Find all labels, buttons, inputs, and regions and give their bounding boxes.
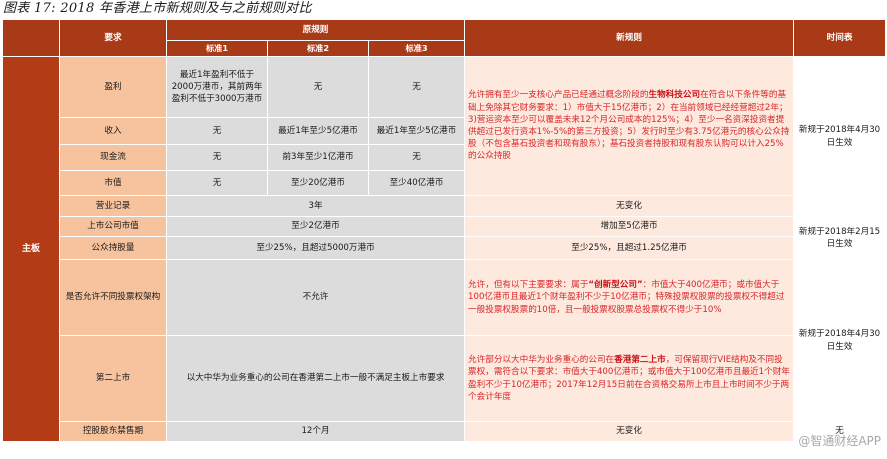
timeline-1: 新规于2018年4月30日生效	[793, 56, 887, 217]
cell-public-old: 至少25%，且超过5000万港币	[165, 236, 466, 260]
row-label-public-float: 公众持股量	[59, 236, 167, 260]
timeline-2: 新规于2018年2月15日生效	[793, 216, 887, 260]
figure-caption: 图表 17: 2018 年香港上市新规则及与之前规则对比	[3, 1, 312, 16]
row-label-cashflow: 现金流	[59, 144, 167, 171]
row-label-track-record: 营业记录	[59, 195, 167, 217]
highlight-biotech: 生物科技公司	[648, 90, 701, 101]
header-standard-1: 标准1	[166, 40, 268, 57]
cell-mktcap-std2: 至少20亿港币	[267, 170, 369, 196]
cell-mktcap-std1: 无	[166, 170, 268, 196]
row-label-profit: 盈利	[59, 56, 167, 118]
cell-cashflow-std1: 无	[166, 144, 268, 171]
cell-wvr-old: 不允许	[165, 259, 466, 336]
row-label-lockup: 控股股东禁售期	[59, 421, 167, 442]
timeline-3: 新规于2018年4月30日生效	[793, 259, 887, 422]
cell-lockup-new: 无变化	[464, 421, 795, 442]
cell-secondary-old: 以大中华为业务重心的公司在香港第二上市一般不满足主板上市要求	[165, 335, 466, 422]
watermark: @智通财经APP	[798, 434, 881, 448]
header-timeline: 时间表	[793, 19, 887, 57]
row-label-revenue: 收入	[59, 117, 167, 145]
cell-public-new: 至少25%，且超过1.25亿港币	[464, 236, 795, 260]
cell-profit-std2: 无	[267, 56, 369, 118]
cell-listed-cap-old: 至少2亿港币	[165, 216, 466, 237]
header-requirement: 要求	[59, 19, 167, 57]
cell-cashflow-std2: 前3年至少1亿港币	[267, 144, 369, 171]
header-standard-3: 标准3	[367, 40, 466, 57]
cell-mktcap-std3: 至少40亿港币	[367, 170, 466, 196]
row-label-listed-cap: 上市公司市值	[59, 216, 167, 237]
highlight-secondary: 香港第二上市	[614, 355, 666, 366]
cell-biotech-new-rule: 允许拥有至少一支核心产品已经通过概念阶段的生物科技公司在符合以下条件等的基础上免…	[464, 56, 795, 196]
row-label-secondary: 第二上市	[59, 335, 167, 422]
header-new-rules: 新规则	[464, 19, 795, 57]
highlight-innovative: “创新型公司”	[588, 280, 643, 291]
cell-wvr-new: 允许，但有以下主要要求：属于“创新型公司”：市值大于400亿港币；或市值大于10…	[464, 259, 795, 336]
header-blank	[2, 19, 60, 57]
cell-profit-std3: 无	[367, 56, 466, 118]
header-old-rules: 原规则	[165, 19, 466, 41]
rules-comparison-table: 要求 原规则 新规则 时间表 标准1 标准2 标准3 主板 盈利 最近1年盈利不…	[2, 19, 887, 442]
cell-revenue-std2: 最近1年至少5亿港币	[267, 117, 369, 145]
cell-revenue-std3: 最近1年至少5亿港币	[367, 117, 466, 145]
cell-profit-std1: 最近1年盈利不低于2000万港币，其前两年盈利不低于3000万港币	[166, 56, 268, 118]
cell-track-old: 3年	[165, 195, 466, 217]
cell-cashflow-std3: 无	[367, 144, 466, 171]
row-label-market-cap: 市值	[59, 170, 167, 196]
row-label-wvr: 是否允许不同投票权架构	[59, 259, 167, 336]
header-standard-2: 标准2	[267, 40, 369, 57]
main-board-label: 主板	[2, 56, 60, 442]
cell-track-new: 无变化	[464, 195, 795, 217]
cell-secondary-new: 允许部分以大中华为业务重心的公司在香港第二上市，可保留现行VIE结构及不同投票权…	[464, 335, 795, 422]
cell-lockup-old: 12个月	[165, 421, 466, 442]
cell-listed-cap-new: 增加至5亿港币	[464, 216, 795, 237]
cell-revenue-std1: 无	[166, 117, 268, 145]
